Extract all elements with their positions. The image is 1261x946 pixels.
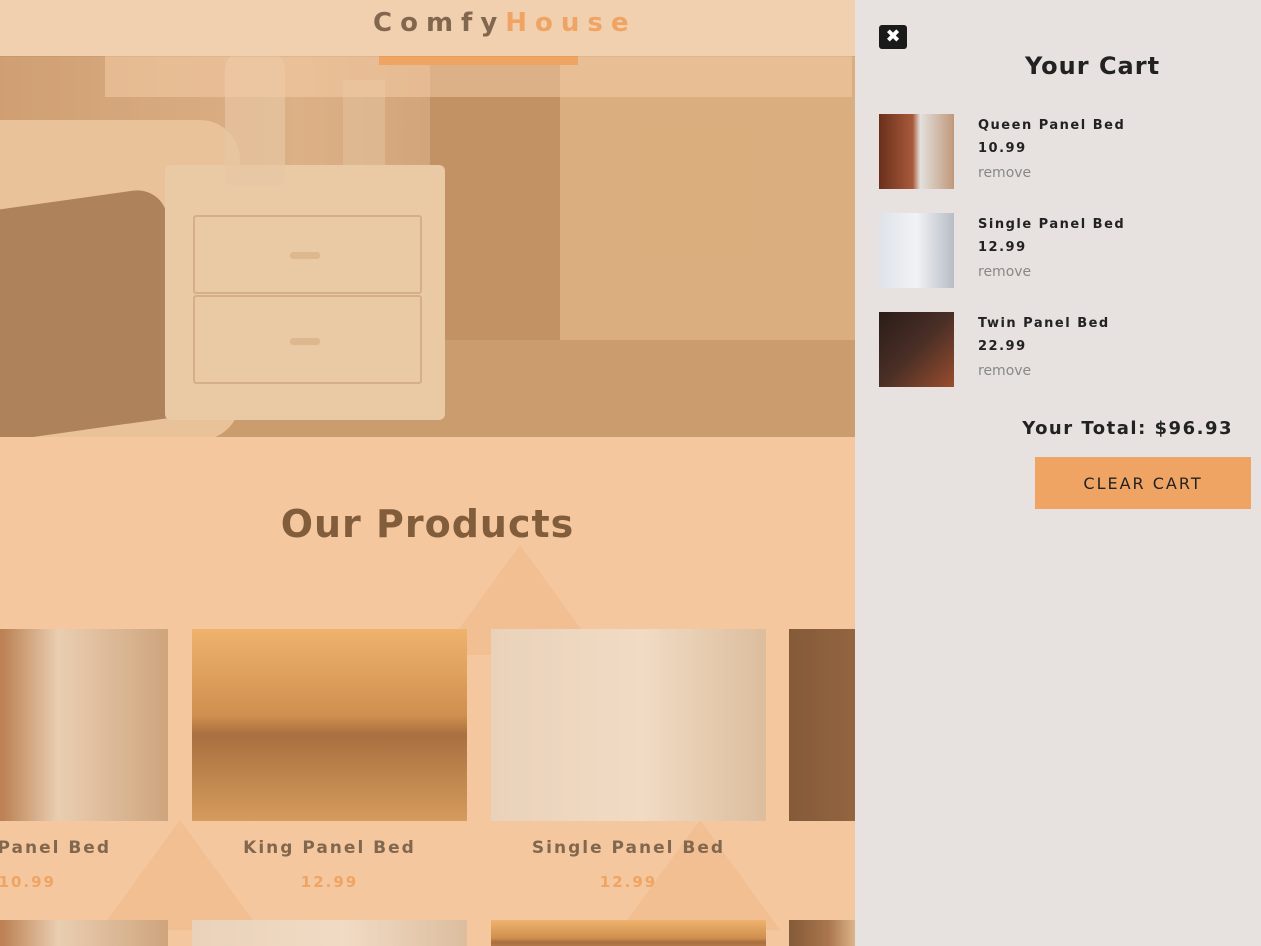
product-image[interactable] bbox=[491, 920, 766, 946]
close-icon[interactable]: ✖ bbox=[879, 25, 907, 49]
product-card-king[interactable]: King Panel Bed 12.99 bbox=[192, 629, 467, 891]
remove-link[interactable]: remove bbox=[978, 264, 1125, 280]
product-image[interactable] bbox=[0, 629, 168, 821]
product-name: n Panel Bed bbox=[0, 838, 111, 858]
cart-total: Your Total: $96.93 bbox=[1022, 418, 1233, 439]
product-card-twin[interactable] bbox=[789, 629, 855, 821]
cart-title: Your Cart bbox=[1025, 52, 1161, 80]
cart-sidebar: ✖ Your Cart Queen Panel Bed 10.99 remove… bbox=[855, 0, 1261, 946]
product-price: 12.99 bbox=[599, 873, 658, 891]
product-card-single[interactable]: Single Panel Bed 12.99 bbox=[491, 629, 766, 891]
remove-link[interactable]: remove bbox=[978, 363, 1110, 379]
logo[interactable]: ComfyHouse bbox=[373, 8, 637, 38]
clear-cart-button[interactable]: CLEAR CART bbox=[1035, 457, 1251, 509]
shop-now-button[interactable] bbox=[379, 55, 578, 65]
cart-item-name: Queen Panel Bed bbox=[978, 118, 1126, 133]
product-image[interactable] bbox=[0, 920, 168, 946]
product-image[interactable] bbox=[789, 920, 855, 946]
logo-text-comfy: Comfy bbox=[373, 8, 506, 38]
cart-item-price: 22.99 bbox=[978, 339, 1027, 354]
logo-text-house: House bbox=[505, 8, 637, 38]
cart-item: Single Panel Bed 12.99 remove bbox=[879, 213, 1239, 293]
product-image[interactable] bbox=[192, 629, 467, 821]
cart-item-image bbox=[879, 114, 954, 189]
product-image[interactable] bbox=[491, 629, 766, 821]
product-name: King Panel Bed bbox=[243, 838, 416, 858]
cart-item: Twin Panel Bed 22.99 remove bbox=[879, 312, 1239, 392]
product-price: 12.99 bbox=[300, 873, 359, 891]
cart-item-name: Single Panel Bed bbox=[978, 217, 1126, 232]
cart-item: Queen Panel Bed 10.99 remove bbox=[879, 114, 1239, 194]
cart-item-image bbox=[879, 213, 954, 288]
product-name: Single Panel Bed bbox=[531, 838, 726, 858]
product-image[interactable] bbox=[789, 629, 855, 821]
cart-item-price: 10.99 bbox=[978, 141, 1027, 156]
remove-link[interactable]: remove bbox=[978, 165, 1125, 181]
cart-item-name: Twin Panel Bed bbox=[978, 316, 1110, 331]
product-card-queen[interactable]: n Panel Bed 10.99 bbox=[0, 629, 168, 891]
products-title: Our Products bbox=[280, 502, 575, 546]
cart-item-price: 12.99 bbox=[978, 240, 1027, 255]
product-image[interactable] bbox=[192, 920, 467, 946]
product-price: 10.99 bbox=[0, 873, 56, 891]
cart-item-image bbox=[879, 312, 954, 387]
